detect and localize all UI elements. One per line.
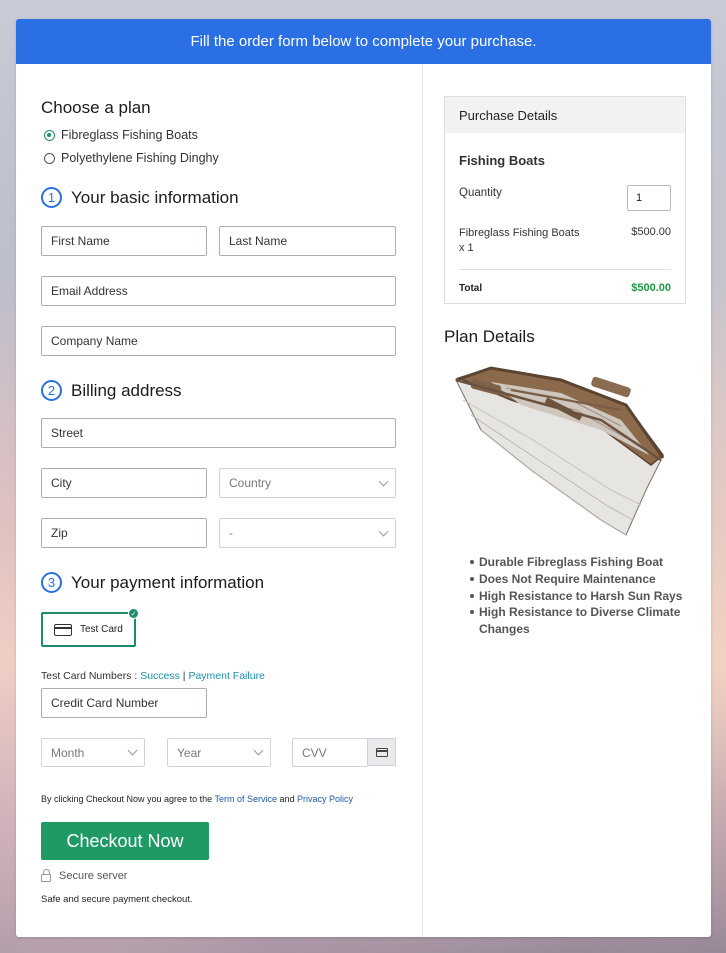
product-title: Fishing Boats — [459, 153, 545, 168]
chevron-down-icon — [378, 526, 389, 536]
feature-item: High Resistance to Harsh Sun Rays — [470, 588, 685, 605]
month-select-value: Month — [51, 745, 85, 760]
header-banner: Fill the order form below to complete yo… — [16, 19, 711, 64]
step-title: Your basic information — [71, 187, 239, 207]
company-field[interactable]: Company Name — [41, 326, 396, 356]
line-item-qty: x 1 — [459, 242, 474, 254]
line-item-price: $500.00 — [631, 226, 671, 238]
first-name-field[interactable]: First Name — [41, 226, 207, 256]
agreement-and: and — [276, 794, 297, 804]
summary-divider — [459, 269, 671, 270]
line-item: Fibreglass Fishing Boats x 1 — [459, 226, 589, 256]
email-field[interactable]: Email Address — [41, 276, 396, 306]
plan-option-polyethylene[interactable]: Polyethylene Fishing Dinghy — [44, 151, 219, 165]
radio-selected-icon[interactable] — [44, 129, 55, 141]
safe-checkout-text: Safe and secure payment checkout. — [41, 894, 193, 905]
step-1-icon: 1 — [41, 187, 62, 208]
feature-item: High Resistance to Diverse Climate Chang… — [470, 604, 685, 638]
card-number-field[interactable]: Credit Card Number — [41, 688, 207, 718]
step-title: Your payment information — [71, 572, 265, 592]
month-select[interactable]: Month — [41, 738, 145, 767]
success-link[interactable]: Success — [140, 670, 180, 682]
street-field[interactable]: Street — [41, 418, 396, 448]
year-select-value: Year — [177, 745, 202, 760]
choose-plan-heading: Choose a plan — [41, 98, 151, 117]
plan-features-list: Durable Fibreglass Fishing Boat Does Not… — [470, 554, 685, 638]
order-form: Choose a plan Fibreglass Fishing Boats P… — [16, 64, 422, 937]
state-select-value: - — [229, 526, 233, 540]
total-label: Total — [459, 283, 483, 294]
zip-field[interactable]: Zip — [41, 518, 207, 548]
terms-link[interactable]: Term of Service — [214, 794, 277, 804]
line-item-name: Fibreglass Fishing Boats — [459, 227, 580, 239]
secure-server-note: Secure server — [41, 869, 128, 882]
agreement-text: By clicking Checkout Now you agree to th… — [41, 794, 353, 804]
test-card-numbers: Test Card Numbers : Success | Payment Fa… — [41, 670, 265, 682]
summary-column: Purchase Details Fishing Boats Quantity … — [423, 64, 711, 937]
country-select-value: Country — [229, 476, 272, 490]
cvv-help-button[interactable] — [367, 738, 396, 766]
chevron-down-icon — [127, 745, 138, 756]
plan-option-fibreglass[interactable]: Fibreglass Fishing Boats — [44, 128, 198, 142]
quantity-label: Quantity — [459, 187, 502, 199]
city-field[interactable]: City — [41, 468, 207, 498]
purchase-details-header: Purchase Details — [445, 97, 685, 133]
test-numbers-label: Test Card Numbers : — [41, 670, 141, 682]
state-select[interactable]: - — [219, 518, 396, 548]
feature-item: Does Not Require Maintenance — [470, 571, 685, 588]
checkout-form-card: Fill the order form below to complete yo… — [16, 19, 711, 937]
step-3-icon: 3 — [41, 572, 62, 593]
basic-info-heading: 1 Your basic information — [41, 187, 239, 208]
plan-details-heading: Plan Details — [444, 327, 535, 346]
last-name-field[interactable]: Last Name — [219, 226, 396, 256]
card-back-icon — [375, 747, 388, 757]
billing-heading: 2 Billing address — [41, 380, 182, 401]
chevron-down-icon — [378, 476, 389, 486]
country-select[interactable]: Country — [219, 468, 396, 498]
plan-option-label: Polyethylene Fishing Dinghy — [61, 151, 219, 165]
card-tile-label: Test Card — [80, 624, 123, 635]
chevron-down-icon — [253, 745, 264, 756]
checkout-button[interactable]: Checkout Now — [41, 822, 209, 860]
privacy-link[interactable]: Privacy Policy — [297, 794, 353, 804]
agreement-prefix: By clicking Checkout Now you agree to th… — [41, 794, 215, 804]
payment-heading: 3 Your payment information — [41, 572, 264, 593]
fishing-boat-image — [455, 366, 665, 536]
feature-item: Durable Fibreglass Fishing Boat — [470, 554, 685, 571]
cvv-field[interactable]: CVV — [292, 738, 368, 767]
lock-icon — [41, 869, 51, 882]
radio-unselected-icon[interactable] — [44, 152, 55, 164]
purchase-details-box: Purchase Details Fishing Boats Quantity … — [444, 96, 686, 304]
secure-label: Secure server — [59, 870, 128, 882]
step-2-icon: 2 — [41, 380, 62, 401]
quantity-input[interactable]: 1 — [627, 185, 671, 211]
step-title: Billing address — [71, 380, 182, 400]
total-value: $500.00 — [631, 282, 671, 294]
payment-failure-link[interactable]: Payment Failure — [188, 670, 264, 682]
plan-option-label: Fibreglass Fishing Boats — [61, 128, 198, 142]
credit-card-icon — [54, 623, 72, 636]
checkmark-icon: ✓ — [128, 608, 139, 619]
test-card-option[interactable]: Test Card ✓ — [41, 608, 139, 647]
year-select[interactable]: Year — [167, 738, 271, 767]
